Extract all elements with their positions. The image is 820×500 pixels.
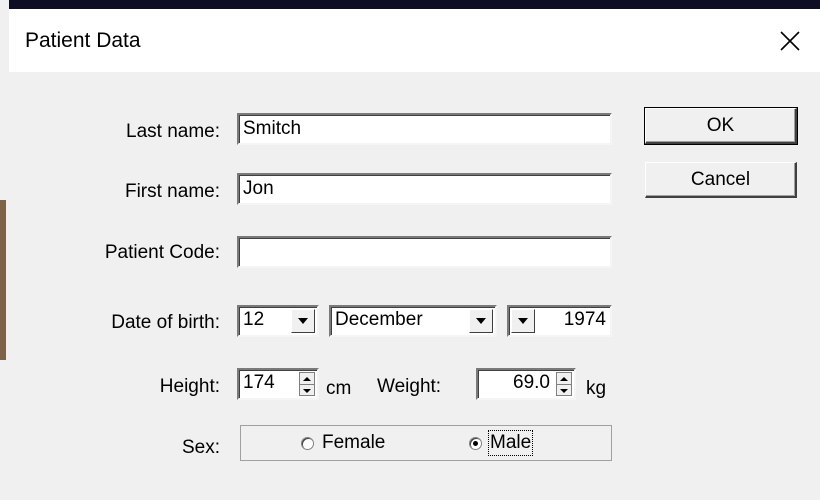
first-name-input[interactable] [239, 175, 610, 203]
height-increment-button[interactable] [300, 373, 314, 384]
dob-day-dropdown-button[interactable] [291, 309, 315, 333]
chevron-down-icon [518, 318, 528, 324]
chevron-down-icon [476, 318, 486, 324]
height-spin-buttons[interactable] [299, 372, 315, 396]
window-top-border [0, 0, 820, 9]
background-window-edge [0, 200, 6, 360]
first-name-label: First name: [124, 181, 220, 202]
window-left-border [0, 0, 9, 500]
dob-month-select[interactable]: December [329, 305, 497, 337]
sex-label: Sex: [181, 437, 220, 458]
height-label: Height: [159, 376, 220, 397]
dob-day-value: 12 [243, 309, 265, 330]
height-unit: cm [326, 378, 352, 399]
arrow-down-icon [560, 388, 568, 393]
dob-year-select[interactable]: 1974 [507, 305, 612, 337]
radio-checked-icon [469, 436, 482, 450]
dob-year-value: 1974 [563, 309, 606, 330]
weight-value: 69.0 [513, 372, 550, 393]
date-of-birth-label: Date of birth: [111, 312, 220, 333]
sex-female-radio[interactable]: Female [301, 432, 385, 454]
dob-month-value: December [335, 309, 423, 330]
weight-label: Weight: [377, 376, 442, 397]
sex-male-label: Male [487, 430, 534, 456]
sex-female-label: Female [322, 432, 386, 453]
height-decrement-button[interactable] [300, 384, 314, 396]
arrow-down-icon [303, 388, 311, 393]
close-icon [780, 30, 800, 51]
first-name-field[interactable] [237, 173, 612, 205]
weight-spin-buttons[interactable] [556, 372, 572, 396]
chevron-down-icon [298, 318, 308, 324]
cancel-button[interactable]: Cancel [645, 162, 797, 198]
height-value: 174 [243, 372, 275, 393]
arrow-up-icon [560, 376, 568, 381]
dob-day-select[interactable]: 12 [237, 305, 319, 337]
title-bar: Patient Data [9, 9, 820, 72]
sex-radio-group: Female Male [240, 425, 612, 461]
patient-code-input[interactable] [239, 238, 610, 266]
last-name-input[interactable] [239, 115, 610, 143]
weight-unit: kg [586, 378, 607, 399]
last-name-field[interactable] [237, 113, 612, 145]
weight-spinner[interactable]: 69.0 [476, 368, 576, 400]
dob-month-dropdown-button[interactable] [469, 309, 493, 333]
last-name-label: Last name: [126, 121, 220, 142]
ok-button[interactable]: OK [644, 107, 798, 145]
patient-code-field[interactable] [237, 236, 612, 268]
radio-unchecked-icon [301, 436, 314, 450]
close-button[interactable] [760, 9, 820, 72]
dob-year-dropdown-button[interactable] [511, 309, 535, 333]
weight-decrement-button[interactable] [557, 384, 571, 396]
arrow-up-icon [303, 376, 311, 381]
dialog-title: Patient Data [25, 29, 141, 52]
sex-male-radio[interactable]: Male [469, 430, 534, 456]
weight-increment-button[interactable] [557, 373, 571, 384]
patient-code-label: Patient Code: [104, 242, 220, 263]
height-spinner[interactable]: 174 [237, 368, 319, 400]
